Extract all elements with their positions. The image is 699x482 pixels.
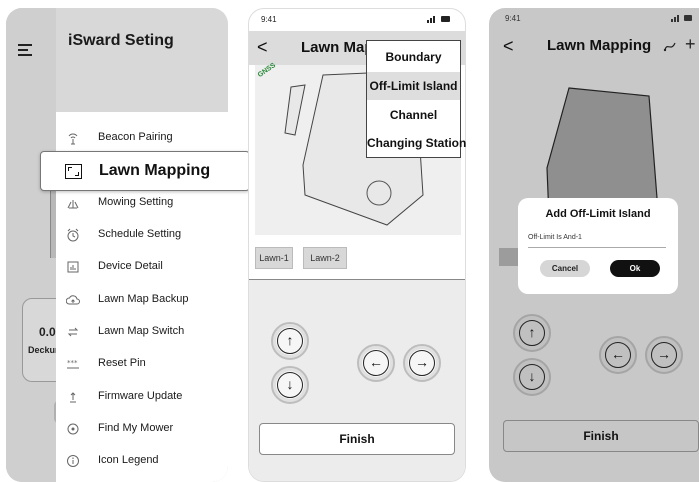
drawer-title: iSward Seting: [68, 32, 174, 49]
menu-item-label: Icon Legend: [98, 454, 159, 466]
arrow-down-icon: ↓: [519, 364, 545, 390]
up-arrow-button[interactable]: ↑: [271, 322, 309, 360]
upload-icon: [66, 390, 80, 404]
mapping-type-dropdown: Boundary Off-Limit Island Channel Changi…: [366, 40, 466, 158]
down-arrow-button[interactable]: ↓: [271, 366, 309, 404]
status-bar: 9:41: [249, 9, 465, 31]
side-drawer: iSward Seting Beacon Pairing Mowing Sett…: [56, 8, 228, 482]
chart-icon: [66, 260, 80, 274]
swap-icon: [66, 325, 80, 339]
finish-button[interactable]: Finish: [503, 420, 699, 452]
menu-item-label: Device Detail: [98, 260, 163, 272]
drawer-screen: 0.0 Deckun iSward Seting Beacon Pairing …: [6, 8, 228, 482]
password-icon: ***: [66, 357, 80, 371]
route-icon[interactable]: [663, 40, 677, 55]
signal-battery-icon: [671, 14, 693, 24]
antenna-icon: [66, 131, 80, 145]
grass-icon: [66, 196, 80, 210]
left-arrow-button[interactable]: ←: [599, 336, 637, 374]
menu-item-label: Firmware Update: [98, 390, 183, 402]
menu-item-label: Reset Pin: [98, 357, 146, 369]
svg-text:***: ***: [67, 359, 78, 367]
lawn-tab-2[interactable]: Lawn-2: [303, 247, 347, 269]
right-arrow-button[interactable]: →: [403, 344, 441, 382]
dropdown-item-changing-station[interactable]: Changing Station: [367, 129, 466, 157]
menu-item-lawn-map-backup[interactable]: Lawn Map Backup: [56, 285, 228, 315]
menu-item-beacon-pairing[interactable]: Beacon Pairing: [56, 123, 228, 153]
menu-icon[interactable]: [18, 44, 32, 59]
stat-value: 0.0: [39, 325, 56, 339]
right-arrow-button[interactable]: →: [645, 336, 683, 374]
menu-item-device-detail[interactable]: Device Detail: [56, 252, 228, 282]
ok-button[interactable]: Ok: [610, 260, 660, 277]
arrow-right-icon: →: [409, 350, 435, 376]
alarm-clock-icon: [66, 228, 80, 242]
menu-item-icon-legend[interactable]: Icon Legend: [56, 446, 228, 476]
location-icon: [66, 422, 80, 436]
status-time: 9:41: [505, 14, 521, 23]
menu-item-lawn-mapping[interactable]: Lawn Mapping: [40, 151, 250, 191]
cloud-icon: [65, 293, 80, 307]
menu-item-label: Schedule Setting: [98, 228, 182, 240]
down-arrow-button[interactable]: ↓: [513, 358, 551, 396]
menu-item-label: Beacon Pairing: [98, 131, 173, 143]
info-icon: [66, 454, 80, 468]
lawn-tab-1[interactable]: Lawn-1: [255, 247, 293, 269]
arrow-up-icon: ↑: [519, 320, 545, 346]
control-panel: ↑ ↓ ← → Finish: [249, 280, 465, 481]
menu-item-find-my-mower[interactable]: Find My Mower: [56, 414, 228, 444]
dropdown-item-off-limit-island[interactable]: Off-Limit Island: [367, 72, 460, 100]
menu-item-label: Lawn Map Backup: [98, 293, 189, 305]
menu-item-label: Lawn Mapping: [99, 162, 211, 179]
left-arrow-button[interactable]: ←: [357, 344, 395, 382]
map-frame-icon: [65, 164, 82, 179]
menu-item-mowing-setting[interactable]: Mowing Setting: [56, 188, 228, 218]
status-bar: 9:41: [489, 8, 699, 28]
dialog-title: Add Off-Limit Island: [545, 208, 651, 220]
island-name-input[interactable]: Off-Limit Is And-1: [528, 234, 582, 241]
signal-battery-icon: [427, 15, 451, 25]
dropdown-item-boundary[interactable]: Boundary: [367, 43, 460, 71]
menu-item-lawn-map-switch[interactable]: Lawn Map Switch: [56, 317, 228, 347]
arrow-up-icon: ↑: [277, 328, 303, 354]
arrow-right-icon: →: [651, 342, 677, 368]
back-icon[interactable]: <: [257, 37, 268, 58]
add-island-dialog: Add Off-Limit Island Off-Limit Is And-1 …: [518, 198, 678, 294]
menu-item-firmware-update[interactable]: Firmware Update: [56, 382, 228, 412]
drawer-header: iSward Seting: [56, 8, 228, 112]
cancel-button[interactable]: Cancel: [540, 260, 590, 277]
add-island-screen: 9:41 < Lawn Mapping + Add Off-Limit Isla…: [489, 8, 699, 482]
menu-item-label: Find My Mower: [98, 422, 174, 434]
back-icon[interactable]: <: [503, 36, 514, 57]
input-underline: [528, 247, 666, 248]
status-time: 9:41: [261, 15, 277, 24]
menu-item-label: Lawn Map Switch: [98, 325, 185, 337]
dropdown-item-channel[interactable]: Channel: [367, 101, 460, 129]
menu-item-schedule-setting[interactable]: Schedule Setting: [56, 220, 228, 250]
arrow-down-icon: ↓: [277, 372, 303, 398]
up-arrow-button[interactable]: ↑: [513, 314, 551, 352]
arrow-left-icon: ←: [363, 350, 389, 376]
plus-icon[interactable]: +: [685, 34, 696, 55]
menu-item-label: Mowing Setting: [98, 196, 174, 208]
arrow-left-icon: ←: [605, 342, 631, 368]
menu-item-reset-pin[interactable]: *** Reset Pin: [56, 349, 228, 379]
finish-button[interactable]: Finish: [259, 423, 455, 455]
page-title: Lawn Mapping: [547, 37, 652, 54]
